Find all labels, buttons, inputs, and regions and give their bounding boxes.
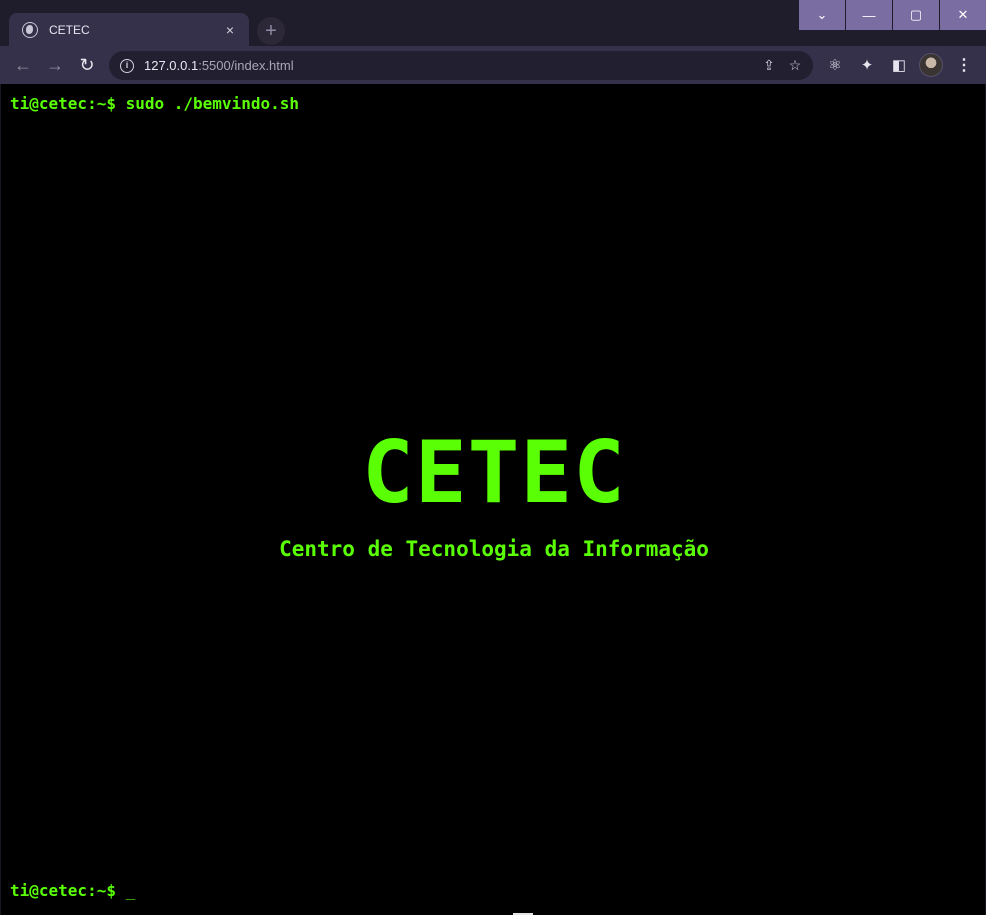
browser-titlebar: CETEC × + ⌄ — ▢ ✕ xyxy=(0,0,986,46)
terminal-prompt: ti@cetec:~$ _ xyxy=(10,881,135,900)
back-button[interactable]: ← xyxy=(9,51,37,79)
new-tab-button[interactable]: + xyxy=(257,17,285,45)
terminal-prompt-text: ti@cetec:~$ xyxy=(10,881,126,900)
close-window-button[interactable]: ✕ xyxy=(940,0,986,30)
site-info-icon[interactable]: i xyxy=(120,58,134,73)
maximize-button[interactable]: ▢ xyxy=(893,0,939,30)
page-viewport: ti@cetec:~$ sudo ./bemvindo.sh CETEC Cen… xyxy=(0,84,986,915)
reload-button[interactable]: ↻ xyxy=(73,51,101,79)
terminal-command-line: ti@cetec:~$ sudo ./bemvindo.sh xyxy=(10,94,299,113)
window-controls: ⌄ — ▢ ✕ xyxy=(798,0,986,30)
terminal-cursor: _ xyxy=(125,881,136,900)
page-title: CETEC xyxy=(362,423,626,523)
tab-close-icon[interactable]: × xyxy=(221,21,239,39)
page-subtitle: Centro de Tecnologia da Informação xyxy=(279,537,709,561)
address-bar[interactable]: i 127.0.0.1:5500/index.html ⇪ ☆ xyxy=(109,51,813,80)
hero: CETEC Centro de Tecnologia da Informação xyxy=(1,430,986,561)
bookmark-star-icon[interactable]: ☆ xyxy=(782,53,808,79)
tab-title: CETEC xyxy=(49,22,90,37)
url-path: :5500/index.html xyxy=(198,58,294,73)
browser-menu-icon[interactable]: ⋮ xyxy=(952,52,976,78)
browser-toolbar: ← → ↻ i 127.0.0.1:5500/index.html ⇪ ☆ ⚛ … xyxy=(0,46,986,84)
minimize-button[interactable]: — xyxy=(846,0,892,30)
forward-button[interactable]: → xyxy=(41,51,69,79)
side-panel-icon[interactable]: ◧ xyxy=(886,52,912,78)
globe-icon xyxy=(22,21,38,38)
extensions-puzzle-icon[interactable]: ✦ xyxy=(854,52,880,78)
react-devtools-icon[interactable]: ⚛ xyxy=(822,52,848,78)
profile-avatar[interactable] xyxy=(919,53,943,77)
tab-search-button[interactable]: ⌄ xyxy=(799,0,845,30)
browser-tab-active[interactable]: CETEC × xyxy=(9,13,249,46)
url-host: 127.0.0.1 xyxy=(144,58,199,73)
url-text[interactable]: 127.0.0.1:5500/index.html xyxy=(144,58,756,73)
share-icon[interactable]: ⇪ xyxy=(756,53,782,79)
